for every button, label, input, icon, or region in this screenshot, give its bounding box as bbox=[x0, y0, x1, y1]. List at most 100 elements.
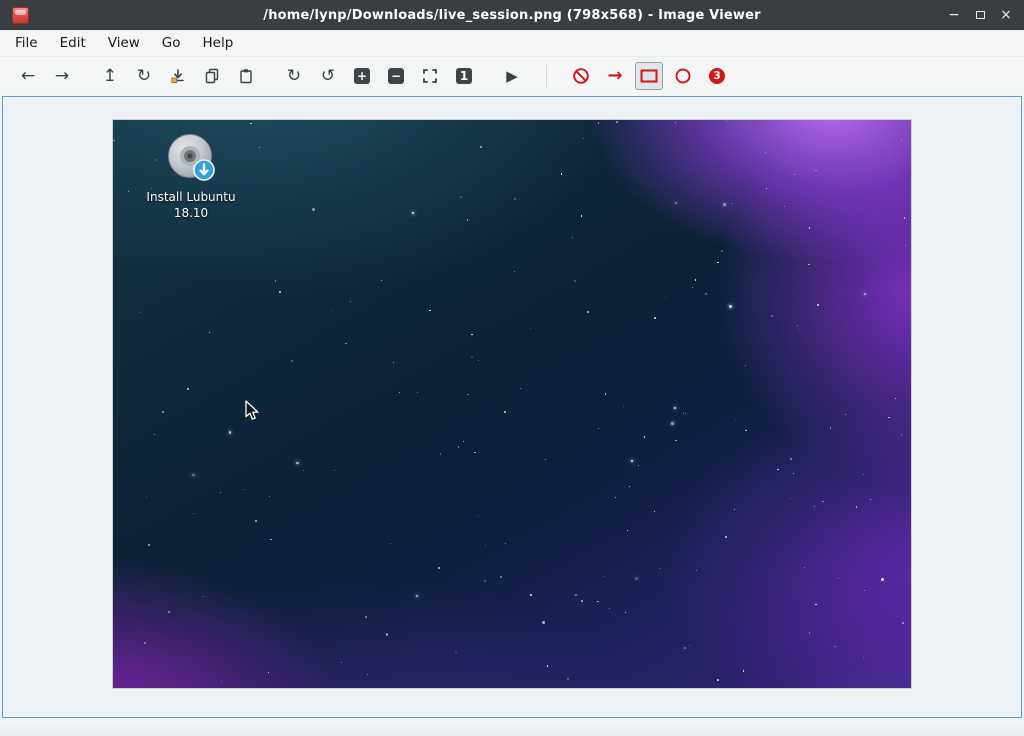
star bbox=[808, 264, 810, 266]
star bbox=[597, 601, 599, 603]
no-drawing-icon bbox=[572, 67, 590, 85]
star bbox=[644, 436, 646, 438]
draw-circle-button[interactable] bbox=[669, 62, 697, 90]
copy-button[interactable] bbox=[198, 62, 226, 90]
star bbox=[386, 633, 389, 636]
save-file-button[interactable] bbox=[164, 62, 192, 90]
draw-arrow-button[interactable]: → bbox=[601, 62, 629, 90]
star bbox=[341, 662, 342, 663]
cd-disc-icon bbox=[164, 132, 218, 186]
rotate-clockwise-button[interactable]: ↻ bbox=[280, 62, 308, 90]
star bbox=[250, 123, 251, 124]
star bbox=[638, 465, 639, 466]
star bbox=[605, 393, 606, 394]
star bbox=[674, 407, 676, 409]
star bbox=[270, 539, 271, 540]
window-title: /home/lynp/Downloads/live_session.png (7… bbox=[0, 8, 1024, 23]
star bbox=[471, 334, 472, 335]
maximize-icon bbox=[976, 11, 985, 19]
star bbox=[412, 212, 415, 215]
star bbox=[735, 419, 736, 420]
menu-edit[interactable]: Edit bbox=[49, 32, 97, 54]
star bbox=[814, 506, 815, 507]
star bbox=[480, 146, 482, 148]
star bbox=[484, 580, 486, 582]
minimize-button[interactable]: − bbox=[944, 5, 964, 25]
maximize-button[interactable] bbox=[970, 5, 990, 25]
star bbox=[203, 596, 204, 597]
star bbox=[864, 590, 866, 592]
file-group: ↥ ↻ bbox=[96, 62, 260, 90]
star bbox=[229, 431, 231, 433]
star bbox=[731, 203, 732, 204]
menu-file[interactable]: File bbox=[4, 32, 49, 54]
star bbox=[784, 206, 785, 207]
star bbox=[514, 271, 515, 272]
slideshow-play-button[interactable]: ▶ bbox=[498, 62, 526, 90]
fit-to-window-button[interactable] bbox=[416, 62, 444, 90]
star bbox=[870, 499, 871, 500]
star bbox=[845, 414, 846, 415]
star bbox=[635, 577, 638, 580]
star bbox=[721, 250, 723, 252]
star bbox=[193, 513, 194, 514]
star bbox=[139, 312, 140, 313]
star bbox=[530, 328, 531, 329]
star bbox=[675, 440, 677, 442]
menu-help[interactable]: Help bbox=[192, 32, 245, 54]
star bbox=[717, 679, 719, 681]
star bbox=[625, 612, 626, 613]
draw-number-button[interactable]: 3 bbox=[703, 62, 731, 90]
star bbox=[269, 496, 271, 498]
previous-image-button[interactable]: ← bbox=[14, 62, 42, 90]
star bbox=[561, 173, 563, 175]
star bbox=[574, 280, 576, 282]
star bbox=[822, 501, 823, 502]
star bbox=[113, 140, 115, 142]
star bbox=[128, 191, 129, 192]
star bbox=[458, 446, 460, 448]
desktop-icon-label-line1: Install Lubuntu bbox=[139, 190, 243, 206]
app-icon bbox=[12, 7, 29, 24]
star bbox=[777, 469, 778, 470]
star bbox=[478, 515, 479, 516]
draw-none-button[interactable] bbox=[567, 62, 595, 90]
star bbox=[717, 262, 719, 264]
zoom-in-button[interactable]: + bbox=[348, 62, 376, 90]
star bbox=[520, 388, 521, 389]
star bbox=[881, 578, 884, 581]
menu-go[interactable]: Go bbox=[151, 32, 192, 54]
star bbox=[689, 645, 690, 646]
star bbox=[904, 217, 905, 218]
draw-rectangle-button[interactable] bbox=[635, 62, 663, 90]
star bbox=[809, 632, 811, 634]
viewer-canvas: Install Lubuntu 18.10 bbox=[2, 96, 1022, 718]
menu-view[interactable]: View bbox=[97, 32, 151, 54]
zoom-out-button[interactable]: − bbox=[382, 62, 410, 90]
star bbox=[631, 460, 633, 462]
play-icon: ▶ bbox=[506, 69, 518, 84]
star bbox=[799, 329, 800, 330]
star bbox=[675, 202, 678, 205]
star bbox=[168, 611, 170, 613]
star bbox=[545, 459, 547, 461]
star bbox=[790, 498, 791, 499]
original-size-button[interactable]: 1 bbox=[450, 62, 478, 90]
open-file-button[interactable]: ↥ bbox=[96, 62, 124, 90]
star bbox=[794, 174, 795, 175]
star bbox=[598, 122, 600, 124]
star bbox=[604, 576, 605, 577]
rotate-counterclockwise-button[interactable]: ↺ bbox=[314, 62, 342, 90]
install-lubuntu-desktop-icon: Install Lubuntu 18.10 bbox=[139, 132, 243, 221]
paste-button[interactable] bbox=[232, 62, 260, 90]
fit-to-window-icon bbox=[422, 68, 438, 84]
star bbox=[455, 652, 457, 654]
star bbox=[895, 398, 897, 400]
rotate-cw-icon: ↻ bbox=[287, 68, 301, 85]
close-button[interactable]: × bbox=[996, 5, 1016, 25]
star bbox=[399, 392, 400, 393]
next-image-button[interactable]: → bbox=[48, 62, 76, 90]
star bbox=[615, 497, 616, 498]
reload-button[interactable]: ↻ bbox=[130, 62, 158, 90]
star bbox=[259, 147, 260, 148]
